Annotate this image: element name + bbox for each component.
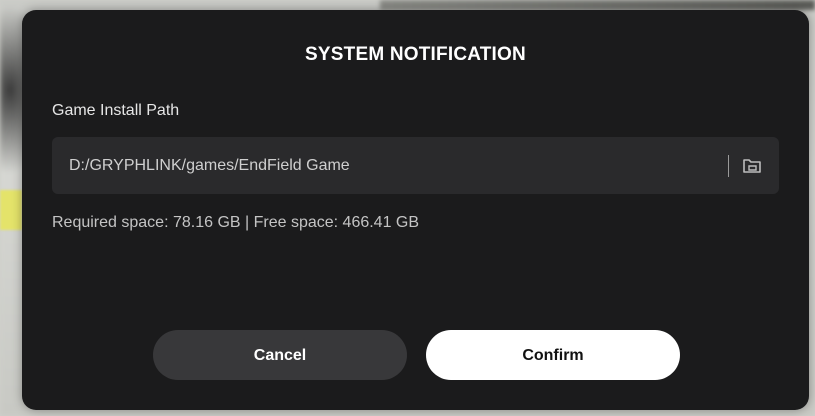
field-divider	[728, 155, 729, 177]
install-path-label: Game Install Path	[52, 102, 180, 119]
folder-icon[interactable]	[740, 154, 764, 178]
dialog-title: SYSTEM NOTIFICATION	[305, 44, 526, 65]
confirm-button[interactable]: Confirm	[426, 330, 680, 380]
system-notification-dialog: SYSTEM NOTIFICATION Game Install Path D:…	[22, 10, 809, 410]
background-accent	[0, 190, 22, 230]
cancel-button[interactable]: Cancel	[153, 330, 407, 380]
space-info-text: Required space: 78.16 GB | Free space: 4…	[52, 214, 420, 231]
install-path-field[interactable]: D:/GRYPHLINK/games/EndField Game	[52, 137, 779, 194]
install-path-value[interactable]: D:/GRYPHLINK/games/EndField Game	[69, 137, 350, 194]
background-accent-top	[380, 0, 815, 10]
